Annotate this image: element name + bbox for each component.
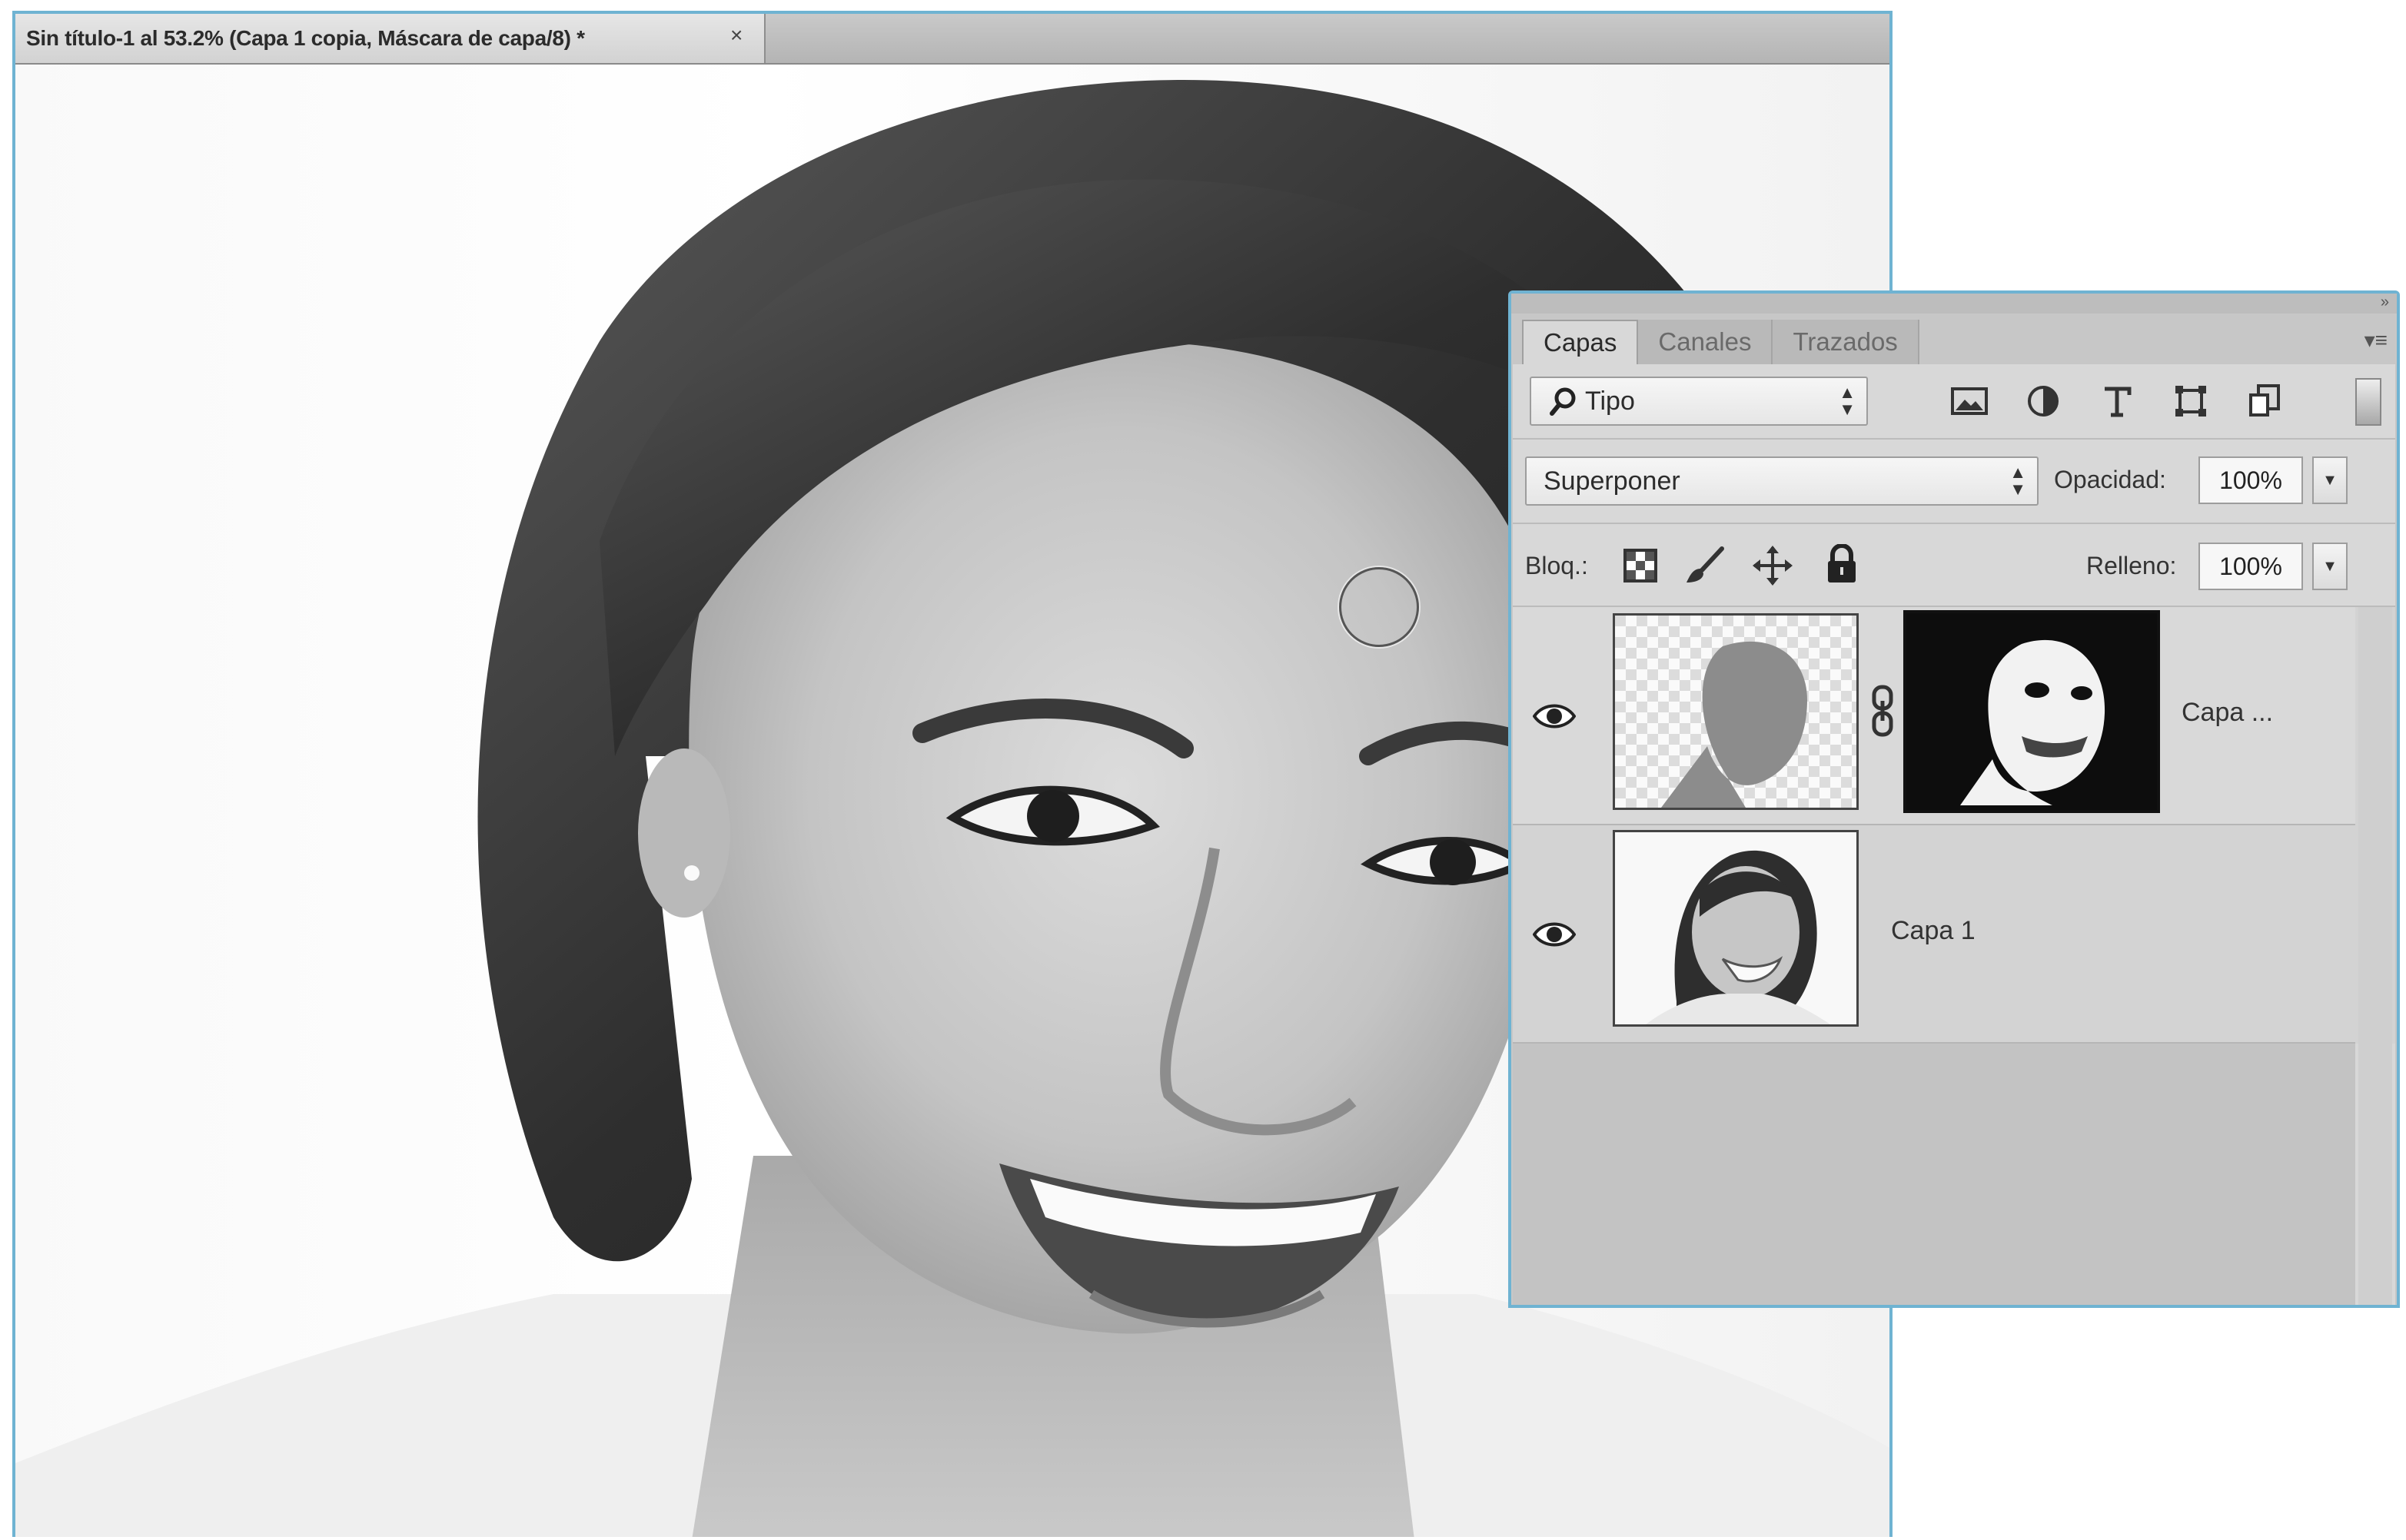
opacity-input[interactable]: 100% — [2198, 456, 2303, 504]
panel-menu-icon[interactable]: ▾≡ — [2364, 327, 2388, 353]
layer-thumbnail-transparent[interactable] — [1613, 613, 1859, 810]
panel-title-strip[interactable]: » — [1511, 294, 2397, 314]
shape-filter-icon[interactable] — [2171, 381, 2211, 421]
collapse-panel-icon[interactable]: » — [2381, 294, 2389, 311]
lock-all-icon[interactable] — [1822, 544, 1862, 584]
brush-cursor — [1339, 567, 1419, 647]
fill-label: Relleno: — [2086, 552, 2177, 579]
opacity-label: Opacidad: — [2054, 466, 2166, 493]
eye-visibility-icon[interactable] — [1533, 699, 1576, 733]
eye-visibility-icon[interactable] — [1533, 918, 1576, 951]
filter-toggle-switch[interactable] — [2355, 378, 2381, 426]
layer-thumbnail-photo[interactable] — [1613, 830, 1859, 1027]
fill-input[interactable]: 100% — [2198, 543, 2303, 590]
layer-row-capa-1-copia[interactable]: Capa ... — [1513, 607, 2355, 825]
lock-label: Bloq.: — [1525, 552, 1588, 579]
tab-capas[interactable]: Capas — [1522, 320, 1639, 364]
document-tab-title: Sin título-1 al 53.2% (Capa 1 copia, Más… — [26, 26, 585, 50]
panel-tab-bar: Capas Canales Trazados — [1522, 317, 2397, 364]
filter-row: Tipo ▲ ▼ — [1513, 364, 2395, 440]
lock-row: Bloq.: Relleno: 100% ▼ — [1513, 524, 2395, 607]
lock-position-move-icon[interactable] — [1753, 546, 1793, 586]
opacity-dropdown-button[interactable]: ▼ — [2312, 456, 2348, 504]
layers-panel: » Capas Canales Trazados ▾≡ Tipo ▲ ▼ Sup… — [1508, 290, 2400, 1308]
layer-name[interactable]: Capa ... — [2182, 698, 2273, 728]
panel-body: Tipo ▲ ▼ Superponer ▲ ▼ Opacidad: 100% ▼… — [1513, 364, 2395, 1305]
tab-trazados[interactable]: Trazados — [1773, 320, 1919, 364]
blend-row: Superponer ▲ ▼ Opacidad: 100% ▼ — [1513, 440, 2395, 524]
search-icon — [1550, 387, 1576, 416]
adjustment-filter-icon[interactable] — [2023, 381, 2063, 421]
layer-name[interactable]: Capa 1 — [1891, 916, 1976, 946]
layers-empty-area — [1513, 1044, 2355, 1305]
document-tab[interactable]: Sin título-1 al 53.2% (Capa 1 copia, Más… — [15, 14, 766, 63]
close-icon[interactable]: × — [730, 23, 743, 48]
layer-mask-thumbnail[interactable] — [1903, 610, 2160, 813]
layer-row-capa-1[interactable]: Capa 1 — [1513, 825, 2355, 1044]
lock-transparent-pixels-icon[interactable] — [1620, 546, 1660, 586]
smart-object-filter-icon[interactable] — [2245, 381, 2285, 421]
tab-canales[interactable]: Canales — [1638, 320, 1773, 364]
type-filter-icon[interactable] — [2097, 381, 2137, 421]
blend-mode-select[interactable]: Superponer ▲ ▼ — [1525, 456, 2039, 506]
stepper-arrows-icon: ▲ ▼ — [1839, 383, 1856, 419]
stepper-arrows-icon: ▲ ▼ — [2009, 463, 2026, 499]
lock-image-pixels-brush-icon[interactable] — [1685, 546, 1725, 586]
filter-kind-select[interactable]: Tipo ▲ ▼ — [1530, 377, 1868, 426]
layers-scrollbar[interactable] — [2358, 607, 2392, 1305]
fill-dropdown-button[interactable]: ▼ — [2312, 543, 2348, 590]
image-filter-icon[interactable] — [1949, 381, 1989, 421]
link-chain-icon[interactable] — [1871, 684, 1894, 738]
layers-list: Capa ... Capa 1 — [1513, 607, 2395, 1044]
filter-kind-value: Tipo — [1585, 386, 1635, 416]
blend-mode-value: Superponer — [1544, 466, 1680, 496]
document-tab-bar: Sin título-1 al 53.2% (Capa 1 copia, Más… — [15, 14, 1889, 65]
